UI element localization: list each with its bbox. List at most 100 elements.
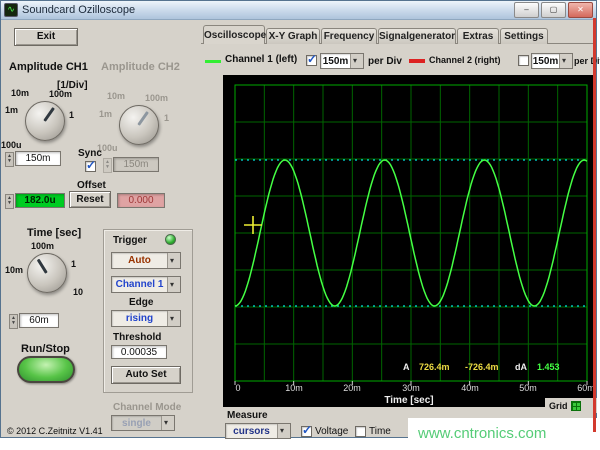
amplitude-ch2-knob [119,105,159,145]
tab-frequency[interactable]: Frequency [321,28,377,44]
oscilloscope-display[interactable]: 0 10m 20m 30m 40m 50m 60m Time [sec] A 7… [223,75,595,407]
amplitude-ch1-knob[interactable] [25,101,65,141]
time-label: Time [sec] [27,227,82,239]
ch2-scale-1m: 1m [99,109,113,119]
app-window: Soundcard Ozilloscope – ▢ ✕ Exit Amplitu… [0,0,600,439]
ch1-scale-100u: 100u [1,140,22,150]
ch2-scale-1: 1 [164,113,170,123]
offset-reset-button[interactable]: Reset [69,191,111,208]
watermark-box: www.cntronics.com [408,418,600,450]
ch1-scale-10m: 10m [11,88,30,98]
tab-oscilloscope[interactable]: Oscilloscope [203,25,266,44]
offset-label: Offset [77,180,106,191]
trigger-source-value: Channel 1 [115,279,164,290]
window-title: Soundcard Ozilloscope [22,4,136,16]
ch2-amplitude-value: 150m [113,157,159,172]
channel-mode-dropdown: single [111,415,175,431]
channel1-checkbox[interactable] [306,52,317,66]
measure-label: Measure [227,410,268,421]
measure-mode-dropdown[interactable]: cursors [225,423,291,439]
channel2-checkbox[interactable] [518,55,529,66]
run-stop-label: Run/Stop [21,343,70,355]
tab-signalgenerator[interactable]: Signalgenerator [378,28,456,44]
measure-voltage-label: Voltage [315,426,349,437]
ch1-scale-1m: 1m [5,105,19,115]
scope-canvas[interactable] [223,75,595,407]
dropdown-arrow-icon [167,311,180,326]
per-div-label-2: per Div [574,56,600,66]
measure-time-checkbox[interactable] [355,426,366,437]
channel2-div-value: 150m [532,55,559,67]
trigger-mode-value: Auto [128,255,151,266]
x-tick-10m: 10m [285,383,303,393]
per-div-label-1: per Div [368,56,402,67]
cursor-da-value: 1.453 [537,362,560,372]
time-scale-10m: 10m [5,265,24,275]
dropdown-arrow-icon [350,54,363,68]
x-tick-20m: 20m [343,383,361,393]
minimize-button[interactable]: – [514,2,539,18]
x-tick-0: 0 [235,383,241,393]
trigger-source-dropdown[interactable]: Channel 1 [111,276,181,293]
channel-mode-value: single [122,417,151,429]
time-scale-10: 10 [73,287,84,297]
threshold-label: Threshold [113,332,162,343]
x-tick-30m: 30m [402,383,420,393]
x-tick-50m: 50m [519,383,537,393]
copyright-text: © 2012 C.Zeitnitz V1.41 [7,426,103,436]
tab-extras[interactable]: Extras [457,28,499,44]
screenshot: Soundcard Ozilloscope – ▢ ✕ Exit Amplitu… [0,0,600,450]
auto-set-button[interactable]: Auto Set [111,366,181,384]
dropdown-arrow-icon [167,253,180,268]
ch2-amplitude-spinner [103,158,112,173]
channel1-color-swatch [205,60,221,63]
channel1-label: Channel 1 (left) [225,54,298,65]
cursor-a2-value: -726.4m [465,362,499,372]
ch1-scale-1: 1 [69,110,75,120]
channel1-div-dropdown[interactable]: 150m [320,53,364,69]
channel-mode-label: Channel Mode [113,402,182,413]
time-value[interactable]: 60m [19,313,59,328]
channel1-div-value: 150m [322,55,349,67]
trigger-led [165,234,176,245]
cursor-a-label: A [403,362,410,372]
cursor-da-label: dA [515,362,527,372]
dropdown-arrow-icon [559,54,572,68]
ch1-amplitude-value[interactable]: 150m [15,151,61,166]
app-icon [4,3,18,17]
amplitude-ch2-label: Amplitude CH2 [101,61,180,73]
trigger-mode-dropdown[interactable]: Auto [111,252,181,269]
ch1-amplitude-spinner[interactable] [5,152,14,167]
trigger-title: Trigger [113,235,147,246]
knob-pointer [137,111,149,126]
grid-control[interactable]: Grid [545,398,597,413]
cursor-a1-value: 726.4m [419,362,450,372]
tab-xy-graph[interactable]: X-Y Graph [266,28,320,44]
sync-checkbox[interactable] [85,158,96,172]
maximize-button[interactable]: ▢ [541,2,566,18]
knob-pointer [36,258,48,274]
dropdown-arrow-icon [167,277,180,292]
x-axis-label: Time [sec] [384,395,434,406]
time-knob[interactable] [27,253,67,293]
run-stop-button[interactable] [17,356,75,383]
edge-label: Edge [129,297,154,308]
ch2-scale-10m: 10m [107,91,126,101]
grid-label: Grid [549,400,568,411]
x-tick-40m: 40m [461,383,479,393]
measure-voltage-checkbox[interactable] [301,423,312,437]
grid-icon [570,400,581,411]
threshold-value[interactable]: 0.00035 [111,345,167,359]
trigger-edge-dropdown[interactable]: rising [111,310,181,327]
offset-spinner[interactable] [5,194,14,209]
offset-ch1-value[interactable]: 182.0u [15,193,65,208]
tab-settings[interactable]: Settings [500,28,548,44]
exit-button[interactable]: Exit [14,28,78,46]
time-spinner[interactable] [9,314,18,329]
channel2-div-dropdown[interactable]: 150m [531,53,573,69]
trigger-edge-value: rising [125,313,154,324]
channel2-label: Channel 2 (right) [429,55,501,65]
ch1-scale-100m: 100m [49,89,73,99]
close-button[interactable]: ✕ [568,2,593,18]
ch2-scale-100m: 100m [145,93,169,103]
